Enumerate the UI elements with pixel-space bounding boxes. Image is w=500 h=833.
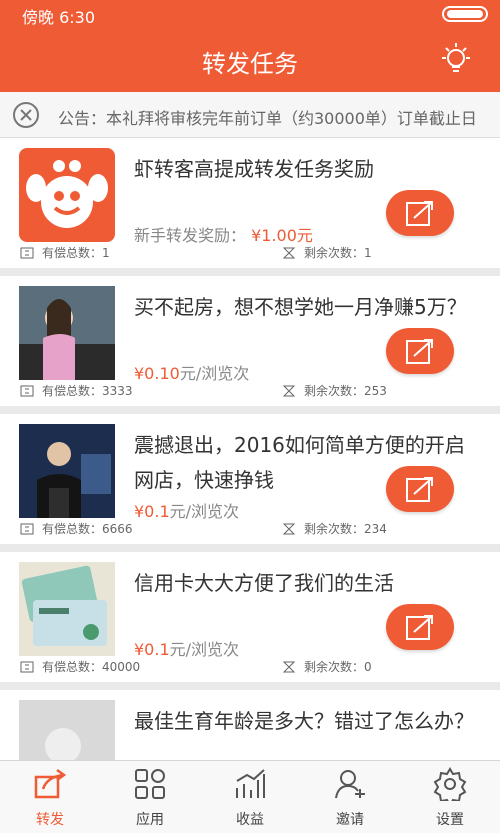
gear-icon (433, 767, 467, 801)
task-item[interactable]: 震撼退出，2016如何简单方便的开启网店，快速挣钱 ¥0.1元/浏览次 有偿总数… (0, 414, 500, 544)
total-count: 有偿总数：40000 (20, 658, 140, 675)
status-time: 傍晚 6:30 (22, 8, 96, 27)
remaining-count: 剩余次数：1 (282, 244, 372, 261)
share-icon (34, 768, 67, 799)
ticket-icon (20, 247, 34, 258)
tab-invite[interactable]: 邀请 (300, 761, 400, 833)
header: 傍晚 6:30 转发任务 (0, 0, 500, 92)
task-title: 虾转客高提成转发任务奖励 (134, 157, 374, 181)
ticket-icon (20, 385, 34, 396)
tab-earnings[interactable]: 收益 (200, 761, 300, 833)
lobster-logo (19, 148, 115, 242)
chart-icon (236, 769, 265, 798)
lightbulb-icon[interactable] (436, 40, 476, 80)
share-button[interactable] (386, 190, 454, 236)
task-price: ¥0.1元/浏览次 (134, 498, 239, 522)
ticket-icon (20, 523, 34, 534)
hourglass-icon (282, 385, 296, 396)
price-unit: 元/浏览次 (179, 364, 250, 383)
hourglass-icon (282, 247, 296, 258)
task-title: 信用卡大大方便了我们的生活 (134, 571, 394, 595)
tab-share[interactable]: 转发 (0, 761, 100, 833)
share-button[interactable] (386, 466, 454, 512)
remaining-count: 剩余次数：234 (282, 520, 387, 537)
total-count: 有偿总数：1 (20, 244, 110, 261)
reward-price: ¥1.00元 (251, 226, 313, 245)
bottom-tabbar: 转发 应用 收益 邀请 设置 (0, 760, 500, 833)
total-count: 有偿总数：6666 (20, 520, 133, 537)
share-task-icon (406, 201, 433, 226)
task-title: 买不起房，想不想学她一月净赚5万？ (134, 295, 467, 319)
hourglass-icon (282, 523, 296, 534)
task-thumbnail (19, 424, 115, 518)
tab-settings[interactable]: 设置 (400, 761, 500, 833)
price-unit: 元/浏览次 (169, 640, 240, 659)
task-item[interactable]: 信用卡大大方便了我们的生活 ¥0.1元/浏览次 有偿总数：40000 剩余次数：… (0, 552, 500, 682)
apps-icon (135, 769, 165, 799)
price-value: ¥0.1 (134, 640, 170, 659)
notice-text: 公告：本礼拜将审核完年前订单（约30000单）订单截止日 (58, 109, 477, 128)
task-price: ¥0.10元/浏览次 (134, 360, 249, 384)
invite-icon (335, 770, 365, 799)
share-task-icon (406, 615, 433, 640)
remaining-count: 剩余次数：0 (282, 658, 372, 675)
price-value: ¥0.10 (134, 364, 180, 383)
price-unit: 元/浏览次 (169, 502, 240, 521)
price-value: ¥0.1 (134, 502, 170, 521)
task-item[interactable]: 虾转客高提成转发任务奖励 新手转发奖励： ¥1.00元 有偿总数：1 剩余次数：… (0, 138, 500, 268)
notice-bar: 公告：本礼拜将审核完年前订单（约30000单）订单截止日 (0, 92, 500, 138)
remaining-count: 剩余次数：253 (282, 382, 387, 399)
task-title: 最佳生育年龄是多大？错过了怎么办？ (134, 709, 474, 733)
task-thumbnail (19, 562, 115, 656)
share-task-icon (406, 339, 433, 364)
battery-icon (442, 6, 488, 22)
task-price: ¥0.1元/浏览次 (134, 636, 239, 660)
hourglass-icon (282, 661, 296, 672)
share-button[interactable] (386, 328, 454, 374)
page-title: 转发任务 (202, 50, 298, 78)
share-task-icon (406, 477, 433, 502)
reward-label: 新手转发奖励： (134, 226, 247, 245)
tab-apps[interactable]: 应用 (100, 761, 200, 833)
total-count: 有偿总数：3333 (20, 382, 133, 399)
share-button[interactable] (386, 604, 454, 650)
task-reward: 新手转发奖励： ¥1.00元 (134, 222, 313, 246)
ticket-icon (20, 661, 34, 672)
task-item[interactable]: 买不起房，想不想学她一月净赚5万？ ¥0.10元/浏览次 有偿总数：3333 剩… (0, 276, 500, 406)
close-icon[interactable] (12, 101, 40, 129)
task-thumbnail (19, 286, 115, 380)
